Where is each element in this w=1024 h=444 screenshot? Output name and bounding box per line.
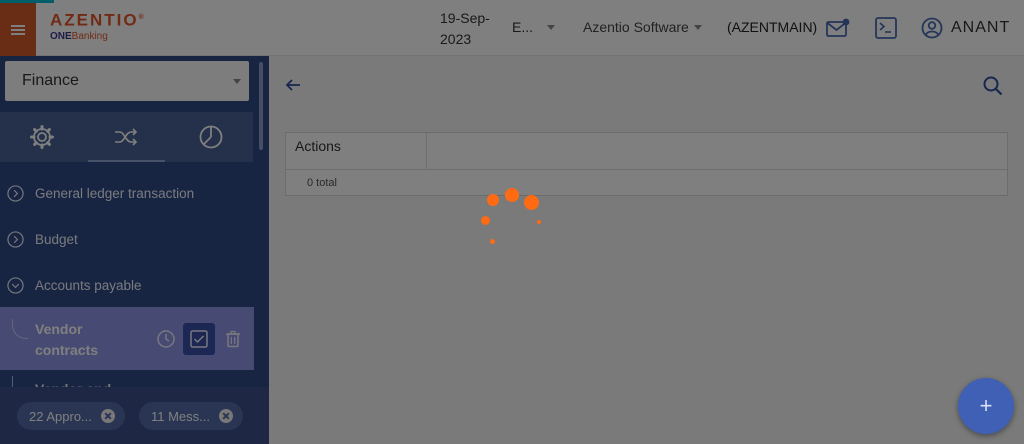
add-fab-button[interactable]: +	[958, 378, 1014, 434]
spinner-dot	[490, 239, 495, 244]
spinner-dot	[537, 220, 541, 224]
loading-spinner	[478, 186, 548, 248]
spinner-dot	[481, 216, 490, 225]
spinner-dot	[505, 188, 519, 202]
spinner-dot	[487, 194, 499, 206]
spinner-dot	[524, 195, 539, 210]
